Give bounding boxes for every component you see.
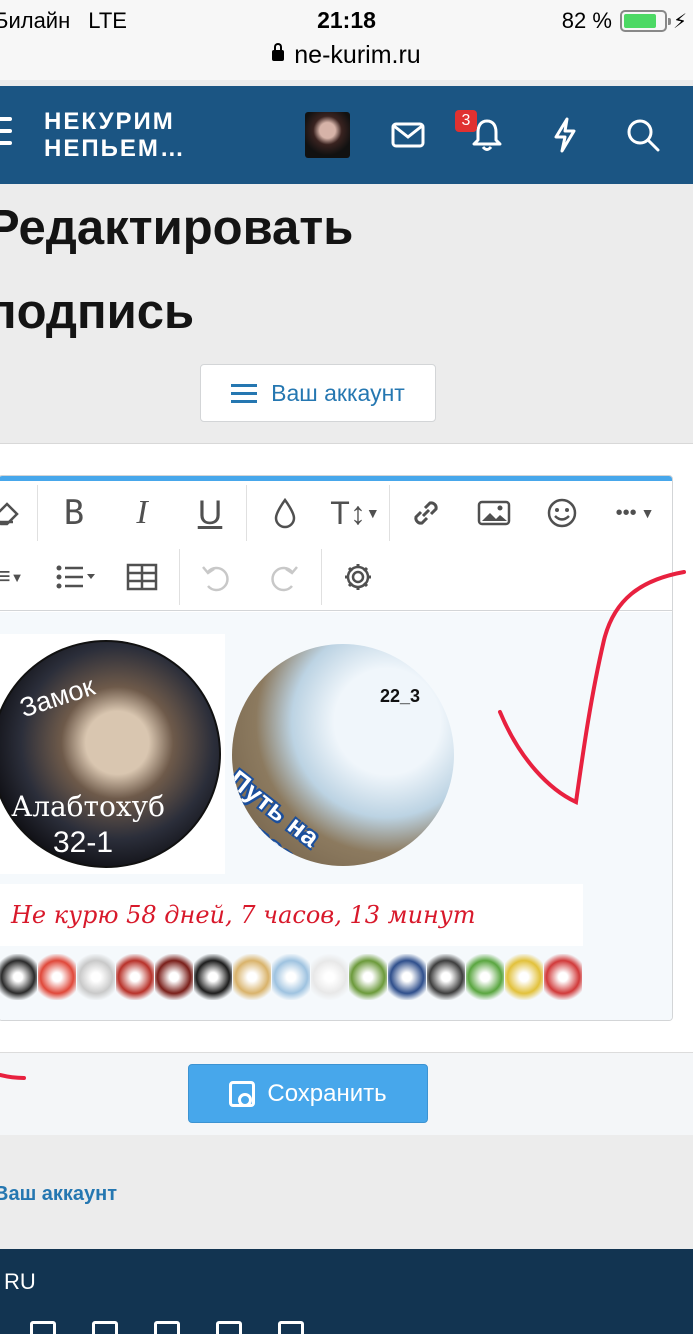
scales-icon[interactable] [154, 1321, 180, 1334]
everest-badge-number: 22_3 [380, 686, 421, 706]
battery-fill [623, 14, 656, 28]
toolbar-divider [37, 485, 38, 541]
logo-line-2: НЕПЬЕМ… [44, 135, 186, 162]
sticker-image [37, 954, 76, 1000]
site-footer: RU [0, 1249, 693, 1334]
bold-icon[interactable]: B [49, 485, 99, 541]
logo-line-1: НЕКУРИМ [44, 108, 175, 135]
sticker-strip [0, 954, 583, 1000]
toolbar-divider [246, 485, 247, 541]
mail-icon[interactable] [386, 112, 430, 158]
sticker-image [115, 954, 154, 1000]
page-title-line-1: Редактировать [0, 201, 354, 255]
text-size-icon[interactable]: T↕ ▼ [325, 485, 385, 541]
notification-badge: 3 [455, 110, 477, 132]
more-icon[interactable]: ••• ▼ [605, 485, 665, 541]
url-text: ne-kurim.ru [294, 41, 421, 69]
charging-icon: ⚡ [672, 10, 687, 33]
signature-image-everest: 22_3 Путь на Эверест [232, 644, 454, 866]
account-menu-button[interactable]: Ваш аккаунт [200, 364, 436, 422]
language-selector[interactable]: RU [4, 1269, 36, 1295]
castle-badge: Замок Алабтохуб 32-1 [0, 640, 221, 868]
toolbar-divider [321, 549, 322, 605]
sticker-image [505, 954, 544, 1000]
sticker-image [76, 954, 115, 1000]
battery-icon [619, 10, 671, 32]
avatar[interactable] [305, 112, 350, 158]
text-size-glyph: T↕ [330, 494, 366, 531]
everest-badge-text: Путь на Эверест [232, 764, 326, 866]
search-icon[interactable] [621, 112, 665, 158]
align-icon[interactable]: ≡▼ [0, 549, 35, 605]
menu-icon [231, 379, 258, 408]
undo-icon[interactable] [191, 549, 241, 605]
home-icon[interactable] [278, 1321, 304, 1334]
lock-icon [272, 43, 285, 61]
sticker-image [310, 954, 349, 1000]
image-icon[interactable] [469, 485, 519, 541]
help-icon[interactable] [216, 1321, 242, 1334]
breadcrumb-account-link[interactable]: Ваш аккаунт [0, 1183, 117, 1206]
mail-icon[interactable] [30, 1321, 56, 1334]
site-header: НЕКУРИМ НЕПЬЕМ… [0, 86, 693, 184]
table-icon[interactable] [117, 549, 167, 605]
sticker-image [544, 954, 583, 1000]
status-bar: Билайн LTE 21:18 82 % ⚡ ne-kurim.ru [0, 0, 693, 80]
address-bar[interactable]: ne-kurim.ru [0, 41, 693, 70]
signature-image-castle: Замок Алабтохуб 32-1 [0, 634, 225, 874]
editor-toolbar: B I U T↕▼ •••▼ ≡▼ [0, 481, 672, 611]
sticker-image [388, 954, 427, 1000]
smiley-icon[interactable] [537, 485, 587, 541]
save-button-label: Сохранить [267, 1079, 387, 1107]
castle-badge-number: 32-1 [53, 826, 114, 859]
page-title-line-2: подпись [0, 285, 195, 339]
castle-badge-name: Алабтохуб [11, 790, 166, 823]
redo-icon[interactable] [259, 549, 309, 605]
eraser-icon[interactable] [0, 485, 31, 541]
sticker-image [427, 954, 466, 1000]
hat-icon[interactable] [92, 1321, 118, 1334]
list-icon[interactable] [51, 549, 101, 605]
battery-status: 82 % ⚡ [562, 8, 687, 34]
footer-icon-row [30, 1321, 340, 1334]
link-icon[interactable] [401, 485, 451, 541]
sticker-image [271, 954, 310, 1000]
settings-icon[interactable] [333, 549, 383, 605]
italic-icon[interactable]: I [117, 485, 167, 541]
underline-icon[interactable]: U [185, 485, 235, 541]
more-glyph: ••• [615, 501, 637, 524]
form-actions: Сохранить [0, 1052, 693, 1135]
rich-text-editor: B I U T↕▼ •••▼ ≡▼ [0, 475, 673, 1021]
lightning-icon[interactable] [543, 112, 587, 158]
castle-badge-title: Замок [16, 670, 99, 724]
sticker-image [349, 954, 388, 1000]
sticker-image [154, 954, 193, 1000]
page-title: Редактировать подпись [0, 186, 353, 354]
sticker-image [466, 954, 505, 1000]
account-menu-label: Ваш аккаунт [271, 379, 405, 406]
save-icon [229, 1080, 256, 1107]
save-button[interactable]: Сохранить [188, 1064, 428, 1123]
editor-content[interactable]: Замок Алабтохуб 32-1 22_3 Путь на Эверес… [0, 612, 672, 1020]
site-logo[interactable]: НЕКУРИМ НЕПЬЕМ… [44, 108, 186, 162]
battery-percent: 82 % [561, 8, 612, 33]
toolbar-divider [179, 549, 180, 605]
quit-smoking-counter: Не курю 58 дней, 7 часов, 13 минут [0, 884, 583, 946]
sticker-image [0, 954, 37, 1000]
toolbar-divider [389, 485, 390, 541]
sticker-image [232, 954, 271, 1000]
menu-icon[interactable] [0, 117, 12, 153]
color-icon[interactable] [260, 485, 310, 541]
sticker-image [193, 954, 232, 1000]
